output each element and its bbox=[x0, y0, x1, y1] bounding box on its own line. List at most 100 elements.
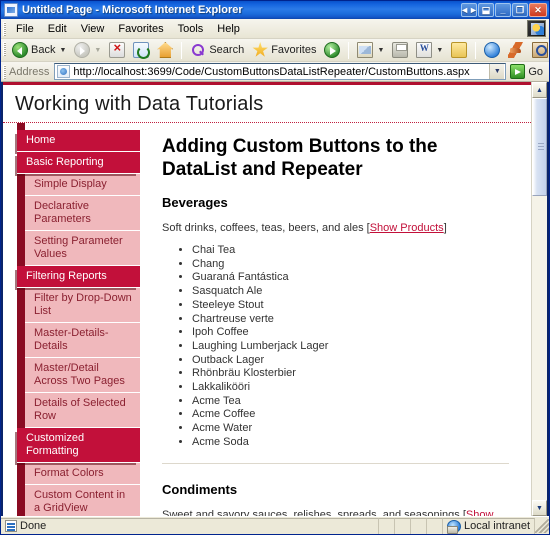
close-button[interactable]: ✕ bbox=[529, 3, 547, 17]
sidebar-section-filtering-reports[interactable]: Filtering Reports bbox=[17, 266, 140, 288]
beverages-bracket-close: ] bbox=[444, 222, 447, 234]
status-pane-3 bbox=[411, 518, 427, 534]
list-item: Steeleye Stout bbox=[192, 299, 509, 312]
sidebar-item-filter-by-drop-down-list[interactable]: Filter by Drop-Down List bbox=[25, 288, 140, 323]
title-bar: Untitled Page - Microsoft Internet Explo… bbox=[1, 1, 549, 19]
research-button[interactable] bbox=[529, 41, 550, 59]
window-group-glyph: ⬓ bbox=[482, 6, 491, 15]
page-body: Home Basic Reporting Simple Display Decl… bbox=[3, 123, 531, 516]
sidebar-item-declarative-parameters[interactable]: Declarative Parameters bbox=[25, 196, 140, 231]
search-button-label: Search bbox=[209, 44, 244, 56]
edit-button[interactable]: ▼ bbox=[413, 41, 446, 59]
address-bar: Address http://localhost:3699/Code/Custo… bbox=[1, 62, 549, 82]
sidebar-section-basic-reporting[interactable]: Basic Reporting bbox=[17, 152, 140, 174]
sidebar-item-format-colors[interactable]: Format Colors bbox=[25, 463, 140, 485]
back-button[interactable]: Back ▼ bbox=[9, 41, 69, 59]
list-item: Acme Soda bbox=[192, 436, 509, 449]
menu-file[interactable]: File bbox=[9, 21, 41, 37]
research-icon bbox=[532, 42, 548, 58]
home-button[interactable] bbox=[154, 41, 176, 59]
sidebar-item-details-of-selected-row[interactable]: Details of Selected Row bbox=[25, 393, 140, 428]
vertical-scrollbar[interactable]: ▲ ▼ bbox=[531, 82, 547, 516]
address-input[interactable]: http://localhost:3699/Code/CustomButtons… bbox=[54, 63, 506, 80]
favorites-button[interactable]: Favorites bbox=[249, 41, 319, 59]
minimize-glyph: _ bbox=[500, 6, 505, 15]
go-button[interactable]: Go bbox=[506, 64, 549, 79]
menu-edit[interactable]: Edit bbox=[41, 21, 74, 37]
back-arrow-icon bbox=[12, 42, 28, 58]
site-header: Working with Data Tutorials bbox=[3, 85, 531, 123]
print-button[interactable] bbox=[389, 41, 411, 59]
messenger-button[interactable] bbox=[481, 41, 503, 59]
address-label: Address bbox=[9, 66, 54, 78]
list-item: Acme Coffee bbox=[192, 408, 509, 421]
window-title: Untitled Page - Microsoft Internet Explo… bbox=[22, 4, 461, 16]
resize-grip[interactable] bbox=[535, 519, 549, 533]
minimize-button[interactable]: _ bbox=[495, 3, 511, 17]
list-item: Guaraná Fantástica bbox=[192, 271, 509, 284]
list-item: Outback Lager bbox=[192, 354, 509, 367]
restore-down-small-glyph: ◄► bbox=[460, 6, 478, 15]
sidebar-section-customized-formatting[interactable]: Customized Formatting bbox=[17, 428, 140, 463]
back-dropdown-chevron-down-icon[interactable]: ▼ bbox=[59, 47, 66, 54]
condiments-description-text: Sweet and savory sauces, relishes, sprea… bbox=[162, 509, 460, 516]
mail-dropdown-chevron-down-icon[interactable]: ▼ bbox=[377, 47, 384, 54]
toolbar-grip[interactable] bbox=[3, 42, 6, 56]
media-button[interactable] bbox=[321, 41, 343, 59]
scroll-up-button[interactable]: ▲ bbox=[532, 82, 547, 98]
restore-down-small-button[interactable]: ◄► bbox=[461, 3, 477, 17]
sidebar: Home Basic Reporting Simple Display Decl… bbox=[3, 123, 140, 516]
search-button[interactable]: Search bbox=[187, 41, 247, 59]
msn-button[interactable] bbox=[505, 41, 527, 59]
sidebar-item-simple-display[interactable]: Simple Display bbox=[25, 174, 140, 196]
product-list-beverages: Chai Tea Chang Guaraná Fantástica Sasqua… bbox=[162, 244, 509, 449]
home-icon bbox=[157, 42, 173, 58]
menu-favorites[interactable]: Favorites bbox=[111, 21, 170, 37]
refresh-icon bbox=[133, 42, 149, 58]
scroll-down-button[interactable]: ▼ bbox=[532, 500, 547, 516]
list-item: Chang bbox=[192, 258, 509, 271]
sidebar-item-master-detail-across-two-pages[interactable]: Master/Detail Across Two Pages bbox=[25, 358, 140, 393]
address-dropdown-chevron-down-icon[interactable]: ▼ bbox=[489, 64, 504, 79]
stop-button[interactable] bbox=[106, 41, 128, 59]
refresh-button[interactable] bbox=[130, 41, 152, 59]
address-bar-grip[interactable] bbox=[3, 65, 6, 79]
discuss-icon bbox=[451, 42, 467, 58]
forward-arrow-icon bbox=[74, 42, 90, 58]
scrollbar-thumb[interactable] bbox=[532, 98, 547, 196]
maximize-glyph: ❐ bbox=[516, 6, 524, 15]
menu-help[interactable]: Help bbox=[210, 21, 247, 37]
forward-button[interactable]: ▼ bbox=[71, 41, 104, 59]
menu-view[interactable]: View bbox=[74, 21, 112, 37]
sidebar-item-home[interactable]: Home bbox=[17, 130, 140, 152]
close-glyph: ✕ bbox=[534, 6, 542, 15]
mail-button[interactable]: ▼ bbox=[354, 41, 387, 59]
menu-tools[interactable]: Tools bbox=[171, 21, 211, 37]
page-title: Working with Data Tutorials bbox=[15, 93, 519, 116]
sidebar-nav: Home Basic Reporting Simple Display Decl… bbox=[17, 130, 140, 516]
document-icon bbox=[5, 520, 17, 532]
page-viewport: Working with Data Tutorials Home Basic R… bbox=[1, 82, 549, 516]
window-group-button[interactable]: ⬓ bbox=[478, 3, 494, 17]
sidebar-item-master-details-details[interactable]: Master-Details-Details bbox=[25, 323, 140, 358]
web-page: Working with Data Tutorials Home Basic R… bbox=[3, 82, 531, 516]
sidebar-item-custom-content-gridview[interactable]: Custom Content in a GridView bbox=[25, 485, 140, 516]
list-item: Ipoh Coffee bbox=[192, 326, 509, 339]
forward-dropdown-chevron-down-icon[interactable]: ▼ bbox=[94, 47, 101, 54]
toolbar-separator bbox=[181, 42, 182, 59]
menu-bar-grip[interactable] bbox=[3, 22, 6, 36]
menu-bar: File Edit View Favorites Tools Help bbox=[1, 19, 549, 39]
scrollbar-track[interactable] bbox=[532, 98, 547, 500]
window-controls: ◄► ⬓ _ ❐ ✕ bbox=[461, 3, 547, 17]
maximize-button[interactable]: ❐ bbox=[512, 3, 528, 17]
security-zone-pane[interactable]: Local intranet bbox=[443, 518, 535, 534]
sidebar-item-setting-parameter-values[interactable]: Setting Parameter Values bbox=[25, 231, 140, 266]
main-content: Adding Custom Buttons to the DataList an… bbox=[140, 123, 531, 516]
status-pane-4 bbox=[427, 518, 443, 534]
show-products-link-beverages[interactable]: Show Products bbox=[370, 222, 444, 234]
edit-dropdown-chevron-down-icon[interactable]: ▼ bbox=[436, 47, 443, 54]
star-icon bbox=[252, 42, 268, 58]
discuss-button[interactable] bbox=[448, 41, 470, 59]
list-item: Lakkalikööri bbox=[192, 381, 509, 394]
edit-word-icon bbox=[416, 42, 432, 58]
